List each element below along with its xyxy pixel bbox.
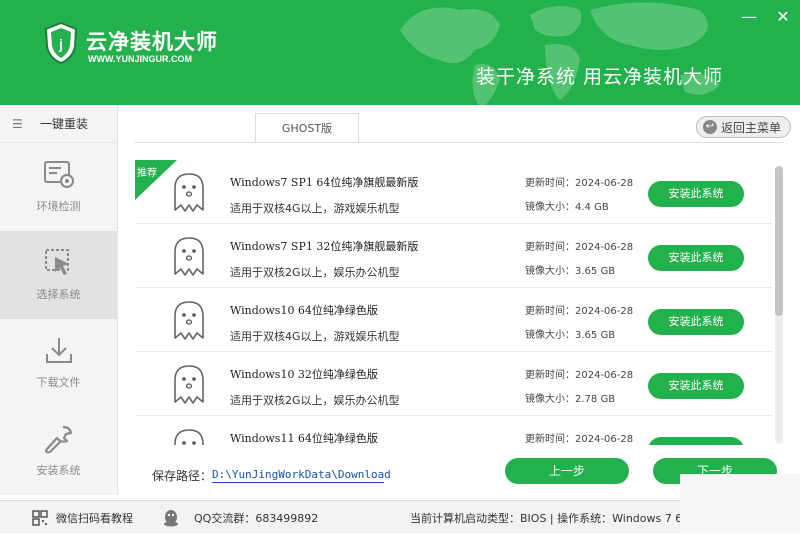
system-list: 推荐 Windows7 SP1 64位纯净旗舰最新版 适用于双核4G以上，游戏娱… [135,160,773,445]
system-info: 当前计算机启动类型：BIOS | 操作系统：Windows 7 64位 [410,511,682,525]
sidebar-header: ☰ 一键重装 [0,105,117,143]
ghost-icon [174,173,204,212]
system-size: 镜像大小：3.65 GB [525,330,616,341]
system-size: 镜像大小：4.4 GB [525,202,609,213]
sidebar-header-label: 一键重装 [40,117,89,131]
system-name: Windows11 64位纯净绿色版 [230,432,378,445]
back-arrow-icon: ↩ [703,120,717,134]
sidebar-item-install[interactable]: 安装系统 [0,407,117,495]
install-system-button[interactable]: 安装此系统 [648,245,744,271]
install-system-button[interactable]: 安装此系统 [648,373,744,399]
system-row: Windows10 64位纯净绿色版 适用于双核4G以上，游戏娱乐机型 更新时间… [135,288,773,352]
install-system-button[interactable] [648,437,744,445]
qq-group-link[interactable]: QQ交流群：683499892 [162,501,318,534]
header: j 云净装机大师 WWW.YUNJINGUR.COM 装干净系统 用云净装机大师… [0,0,800,105]
scrollbar-thumb[interactable] [775,166,783,316]
save-path-link[interactable]: D:\YunJingWorkData\Download [212,468,391,483]
scrollbar[interactable] [775,166,783,444]
world-map-graphic [400,2,720,105]
sidebar-item-label: 环境检测 [36,200,81,213]
system-size: 镜像大小：2.78 GB [525,394,616,405]
sidebar: ☰ 一键重装 环境检测 选择系统 下载文件 安装系统 [0,105,118,495]
ghost-icon [174,429,204,445]
system-date: 更新时间：2024-06-28 [525,306,634,317]
blurred-corner [680,474,800,533]
sidebar-item-env-check[interactable]: 环境检测 [0,143,117,231]
back-button-label: 返回主菜单 [721,120,782,135]
slogan: 装干净系统 用云净装机大师 [476,66,724,88]
tab-ghost[interactable]: GHOST版 [255,113,359,143]
system-row: Windows10 32位纯净绿色版 适用于双核2G以上，娱乐办公机型 更新时间… [135,352,773,416]
system-row: Windows7 SP1 32位纯净旗舰最新版 适用于双核2G以上，娱乐办公机型… [135,224,773,288]
system-name: Windows7 SP1 32位纯净旗舰最新版 [230,240,419,253]
prev-step-button[interactable]: 上一步 [505,458,629,484]
close-button[interactable]: ✕ [774,8,792,26]
system-date: 更新时间：2024-06-28 [525,178,634,189]
system-name: Windows10 64位纯净绿色版 [230,304,378,317]
svg-text:j: j [58,36,63,52]
download-icon [45,338,72,363]
sidebar-item-download[interactable]: 下载文件 [0,319,117,407]
wechat-tutorial-link[interactable]: 微信扫码看教程 [32,501,133,534]
sidebar-item-label: 安装系统 [36,464,81,477]
system-name: Windows10 32位纯净绿色版 [230,368,378,381]
menu-list-icon: ☰ [12,116,23,131]
install-system-button[interactable]: 安装此系统 [648,309,744,335]
sidebar-item-label: 选择系统 [36,288,81,301]
sidebar-item-select-system[interactable]: 选择系统 [0,231,117,319]
system-name: Windows7 SP1 64位纯净旗舰最新版 [230,176,419,189]
system-desc: 适用于双核4G以上，游戏娱乐机型 [230,330,400,343]
qq-penguin-icon [164,509,178,526]
qr-code-icon [32,509,48,526]
sidebar-item-label: 下载文件 [36,376,81,389]
system-desc: 适用于双核4G以上，游戏娱乐机型 [230,202,400,215]
system-row: 推荐 Windows7 SP1 64位纯净旗舰最新版 适用于双核4G以上，游戏娱… [135,160,773,224]
system-date: 更新时间：2024-06-28 [525,370,634,381]
ghost-icon [174,237,204,276]
system-size: 镜像大小：3.65 GB [525,266,616,277]
app-title: 云净装机大师 [86,30,218,54]
ghost-icon [174,301,204,340]
tab-divider [134,142,784,143]
wechat-label: 微信扫码看教程 [56,511,133,525]
ghost-icon [174,365,204,404]
logo-shield-icon: j [44,22,78,64]
system-date: 更新时间：2024-06-28 [525,242,634,253]
install-system-button[interactable]: 安装此系统 [648,181,744,207]
cursor-icon [44,249,69,275]
computer-gear-icon [43,161,74,188]
system-date: 更新时间：2024-06-28 [525,434,634,445]
minimize-button[interactable]: — [740,8,758,26]
system-desc: 适用于双核2G以上，娱乐办公机型 [230,266,400,279]
system-row: Windows11 64位纯净绿色版 更新时间：2024-06-28 [135,416,773,445]
recommend-label: 推荐 [137,168,157,179]
qq-label: QQ交流群：683499892 [194,511,319,525]
back-to-main-button[interactable]: ↩ 返回主菜单 [696,116,791,138]
app-url: WWW.YUNJINGUR.COM [88,54,192,64]
save-path-label: 保存路径： [152,469,213,483]
wrench-icon [44,425,72,454]
system-desc: 适用于双核2G以上，娱乐办公机型 [230,394,400,407]
